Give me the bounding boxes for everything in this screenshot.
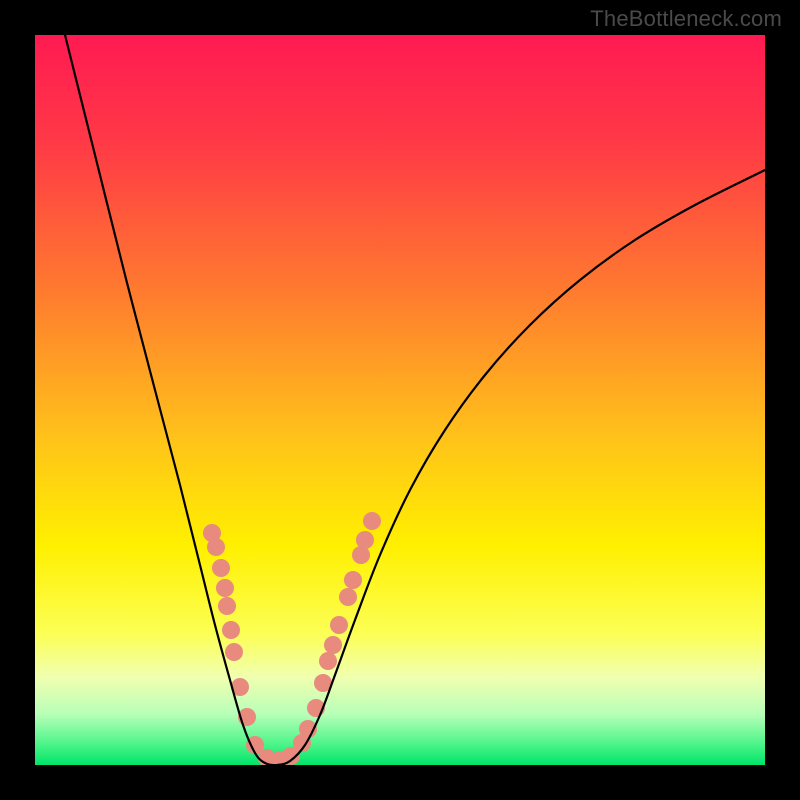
scatter-dot bbox=[356, 531, 374, 549]
scatter-dot bbox=[225, 643, 243, 661]
bottleneck-curve bbox=[65, 35, 765, 765]
scatter-dot bbox=[324, 636, 342, 654]
scatter-dot bbox=[212, 559, 230, 577]
scatter-dot bbox=[216, 579, 234, 597]
chart-frame: TheBottleneck.com bbox=[0, 0, 800, 800]
scatter-dot bbox=[330, 616, 348, 634]
scatter-dot bbox=[319, 652, 337, 670]
scatter-dot bbox=[222, 621, 240, 639]
scatter-dot bbox=[363, 512, 381, 530]
watermark-text: TheBottleneck.com bbox=[590, 6, 782, 32]
scatter-dot bbox=[339, 588, 357, 606]
scatter-dot bbox=[344, 571, 362, 589]
scatter-dots bbox=[203, 512, 381, 765]
curve-layer bbox=[35, 35, 765, 765]
plot-area bbox=[35, 35, 765, 765]
scatter-dot bbox=[207, 538, 225, 556]
scatter-dot bbox=[218, 597, 236, 615]
